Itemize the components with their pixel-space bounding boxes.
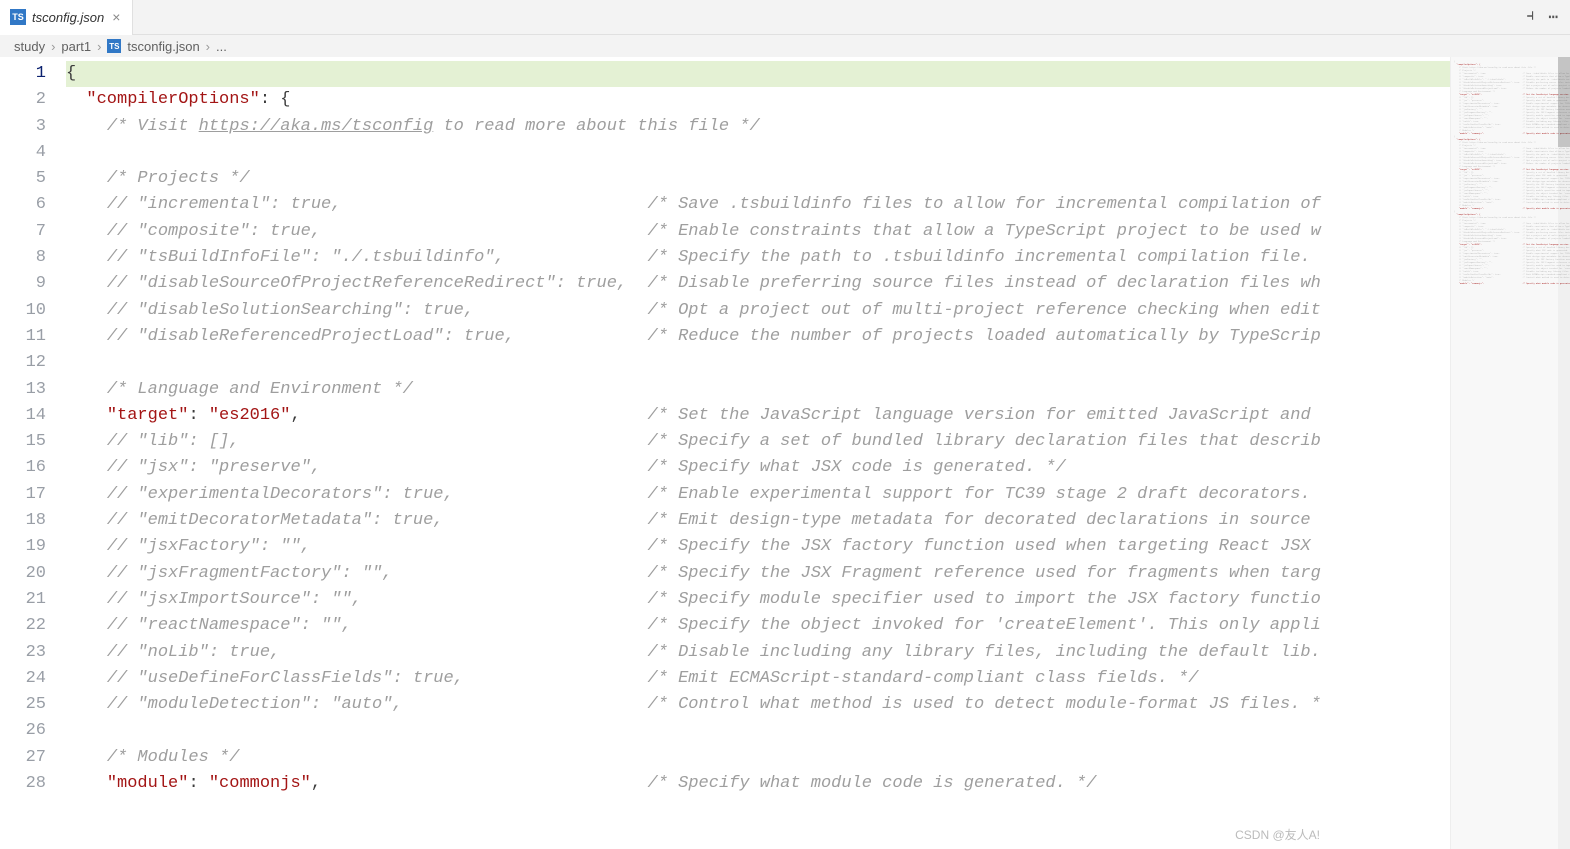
tab-bar: TS tsconfig.json × ⫞ ⋯	[0, 0, 1570, 35]
typescript-icon: TS	[10, 9, 26, 25]
chevron-right-icon: ›	[97, 39, 101, 54]
line-gutter: 1234567891011121314151617181920212223242…	[0, 57, 66, 849]
editor-wrap: 1234567891011121314151617181920212223242…	[0, 57, 1570, 849]
chevron-right-icon: ›	[206, 39, 210, 54]
scrollbar-track[interactable]	[1558, 57, 1570, 849]
breadcrumb-item[interactable]: study	[14, 39, 45, 54]
more-actions-icon[interactable]: ⋯	[1548, 7, 1558, 27]
minimap[interactable]: { "compilerOptions": { /* Visit https://…	[1450, 57, 1570, 849]
tab-label: tsconfig.json	[32, 10, 104, 25]
tab-tsconfig[interactable]: TS tsconfig.json ×	[0, 0, 133, 35]
minimap-content: { "compilerOptions": { /* Visit https://…	[1451, 57, 1570, 290]
scrollbar-thumb[interactable]	[1558, 57, 1570, 147]
watermark: CSDN @友人A!	[1235, 826, 1320, 843]
code-content[interactable]: { "compilerOptions": { /* Visit https://…	[66, 57, 1450, 849]
breadcrumb-item[interactable]: tsconfig.json	[127, 39, 199, 54]
code-editor[interactable]: 1234567891011121314151617181920212223242…	[0, 57, 1450, 849]
title-actions: ⫞ ⋯	[1526, 7, 1570, 27]
breadcrumb-item[interactable]: ...	[216, 39, 227, 54]
breadcrumb-item[interactable]: part1	[61, 39, 91, 54]
close-icon[interactable]: ×	[110, 9, 122, 25]
split-editor-icon[interactable]: ⫞	[1526, 7, 1534, 27]
typescript-icon: TS	[107, 39, 121, 53]
chevron-right-icon: ›	[51, 39, 55, 54]
breadcrumb[interactable]: study › part1 › TS tsconfig.json › ...	[0, 35, 1570, 57]
